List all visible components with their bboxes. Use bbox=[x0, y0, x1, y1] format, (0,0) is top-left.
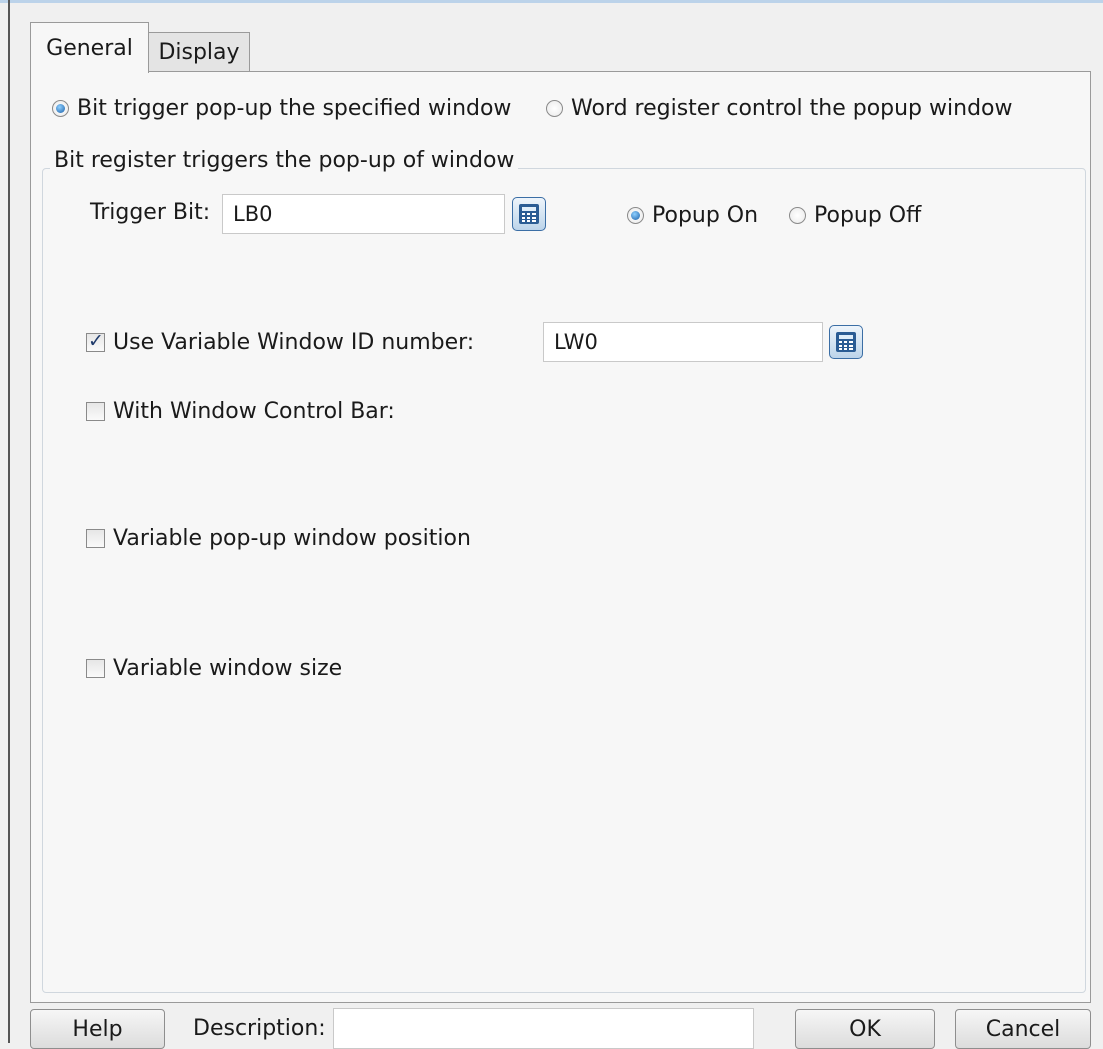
cancel-button-label: Cancel bbox=[985, 1016, 1061, 1042]
control-bar-label: With Window Control Bar: bbox=[113, 399, 395, 424]
variable-size-label: Variable window size bbox=[113, 656, 343, 681]
bit-register-group bbox=[42, 168, 1086, 993]
calculator-icon bbox=[519, 204, 539, 224]
tab-general-label: General bbox=[46, 35, 133, 61]
use-variable-id-checkbox[interactable]: ✓ bbox=[86, 330, 105, 352]
variable-position-option[interactable]: Variable pop-up window position bbox=[86, 526, 471, 551]
word-register-label: Word register control the popup window bbox=[571, 96, 1013, 121]
bit-trigger-option[interactable]: Bit trigger pop-up the specified window bbox=[52, 96, 511, 121]
variable-id-keypad-button[interactable] bbox=[829, 325, 863, 359]
variable-size-checkbox[interactable] bbox=[86, 659, 105, 678]
trigger-bit-label: Trigger Bit: bbox=[90, 200, 211, 225]
word-register-option[interactable]: Word register control the popup window bbox=[546, 96, 1012, 121]
window-left-border bbox=[8, 0, 10, 1043]
control-bar-option[interactable]: With Window Control Bar: bbox=[86, 399, 395, 424]
tab-display[interactable]: Display bbox=[148, 32, 250, 72]
description-label: Description: bbox=[193, 1016, 326, 1041]
popup-on-option[interactable]: Popup On bbox=[627, 203, 758, 228]
group-title: Bit register triggers the pop-up of wind… bbox=[50, 148, 519, 173]
tab-general[interactable]: General bbox=[30, 22, 149, 73]
trigger-bit-keypad-button[interactable] bbox=[512, 197, 546, 231]
variable-id-value: LW0 bbox=[554, 330, 598, 354]
calculator-icon bbox=[836, 332, 856, 352]
popup-on-label: Popup On bbox=[652, 203, 759, 228]
use-variable-id-option[interactable]: ✓ Use Variable Window ID number: bbox=[86, 330, 474, 355]
variable-position-checkbox[interactable] bbox=[86, 529, 105, 548]
word-register-radio[interactable] bbox=[546, 100, 563, 117]
checkmark-icon: ✓ bbox=[88, 330, 104, 352]
variable-id-input[interactable]: LW0 bbox=[543, 322, 823, 362]
trigger-bit-input[interactable]: LB0 bbox=[222, 194, 505, 234]
variable-position-label: Variable pop-up window position bbox=[113, 526, 471, 551]
help-button-label: Help bbox=[72, 1016, 123, 1042]
tab-display-label: Display bbox=[158, 40, 240, 65]
ok-button-label: OK bbox=[849, 1016, 881, 1042]
variable-size-option[interactable]: Variable window size bbox=[86, 656, 342, 681]
popup-off-label: Popup Off bbox=[814, 203, 922, 228]
trigger-bit-value: LB0 bbox=[233, 202, 273, 226]
cancel-button[interactable]: Cancel bbox=[955, 1009, 1091, 1049]
ok-button[interactable]: OK bbox=[795, 1009, 935, 1049]
help-button[interactable]: Help bbox=[30, 1009, 165, 1049]
window-top-border bbox=[0, 0, 1103, 3]
popup-on-radio[interactable] bbox=[627, 207, 644, 224]
use-variable-id-label: Use Variable Window ID number: bbox=[113, 330, 475, 355]
popup-off-option[interactable]: Popup Off bbox=[789, 203, 921, 228]
bit-trigger-radio[interactable] bbox=[52, 100, 69, 117]
control-bar-checkbox[interactable] bbox=[86, 402, 105, 421]
popup-off-radio[interactable] bbox=[789, 207, 806, 224]
bit-trigger-label: Bit trigger pop-up the specified window bbox=[77, 96, 512, 121]
